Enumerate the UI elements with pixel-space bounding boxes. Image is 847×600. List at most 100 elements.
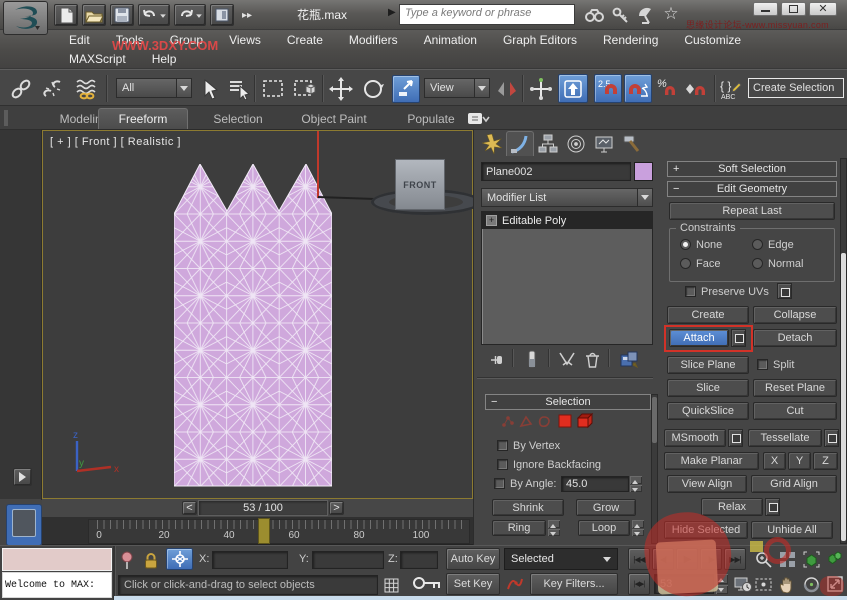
relax-settings-button[interactable] bbox=[765, 498, 780, 516]
unhide-all-button[interactable]: Unhide All bbox=[751, 521, 833, 539]
percent-snap-icon[interactable]: % bbox=[656, 76, 682, 102]
select-and-link-icon[interactable] bbox=[8, 76, 34, 102]
ribbon-tab-populate[interactable]: Populate bbox=[398, 108, 464, 129]
ribbon-tab-selection[interactable]: Selection bbox=[200, 108, 276, 129]
reference-coordinate-dropdown[interactable]: View bbox=[424, 78, 490, 98]
by-angle-spinner[interactable] bbox=[630, 476, 642, 492]
key-mode-toggle-button[interactable]: |◀▶| bbox=[628, 573, 650, 595]
tab-hierarchy[interactable] bbox=[534, 131, 562, 156]
split-checkbox[interactable] bbox=[757, 359, 768, 370]
ribbon-minimize-dropdown[interactable] bbox=[466, 110, 492, 126]
bind-to-space-warp-icon[interactable] bbox=[74, 76, 100, 102]
undo-dropdown-caret[interactable] bbox=[160, 14, 166, 20]
view-align-button[interactable]: View Align bbox=[667, 475, 747, 493]
unlink-selection-icon[interactable] bbox=[40, 76, 66, 102]
pin-stack-icon[interactable] bbox=[486, 349, 506, 369]
grid-toggle-icon[interactable] bbox=[382, 576, 401, 595]
qat-overflow-button[interactable]: ▸▸ bbox=[238, 6, 256, 24]
mirror-icon[interactable] bbox=[494, 76, 520, 102]
configure-modifier-sets-icon[interactable] bbox=[618, 349, 640, 369]
previous-frame-slider-button[interactable]: < bbox=[182, 501, 197, 515]
viewcube[interactable]: FRONT bbox=[395, 159, 445, 210]
ring-spinner[interactable] bbox=[548, 520, 560, 536]
set-keys-curve-icon[interactable] bbox=[504, 573, 526, 595]
maxscript-listener-output[interactable]: Welcome to MAX: bbox=[2, 572, 112, 598]
tab-display[interactable] bbox=[590, 131, 618, 156]
zoom-extents-icon[interactable] bbox=[800, 548, 822, 570]
menu-edit[interactable]: Edit bbox=[56, 33, 103, 47]
maxscript-mini-listener[interactable] bbox=[2, 548, 112, 571]
undo-button[interactable] bbox=[138, 4, 170, 26]
timeline-ruler[interactable]: 0 20 40 60 80 100 bbox=[88, 519, 470, 544]
ignore-backfacing-checkbox[interactable] bbox=[497, 459, 508, 470]
menu-maxscript[interactable]: MAXScript bbox=[56, 52, 139, 66]
reset-plane-button[interactable]: Reset Plane bbox=[753, 379, 837, 397]
object-name-field[interactable]: Plane002 bbox=[481, 162, 631, 181]
select-object-icon[interactable] bbox=[196, 76, 222, 102]
snaps-toggle-icon[interactable] bbox=[528, 76, 554, 102]
grow-button[interactable]: Grow bbox=[576, 499, 636, 516]
absolute-offset-mode-toggle[interactable] bbox=[166, 548, 193, 570]
key-selection-dropdown[interactable]: Selected bbox=[504, 548, 618, 570]
communication-key-icon[interactable] bbox=[609, 4, 631, 26]
new-scene-button[interactable] bbox=[54, 4, 78, 26]
object-color-swatch[interactable] bbox=[634, 162, 653, 181]
relax-button[interactable]: Relax bbox=[701, 498, 763, 516]
soft-selection-rollout-header[interactable]: + Soft Selection bbox=[667, 161, 837, 177]
menu-views[interactable]: Views bbox=[216, 33, 274, 47]
shrink-button[interactable]: Shrink bbox=[492, 499, 564, 516]
vase-plane-mesh[interactable] bbox=[174, 164, 332, 487]
search-binoculars-icon[interactable] bbox=[582, 4, 606, 26]
selection-rollout-header[interactable]: − Selection bbox=[485, 394, 651, 410]
ribbon-tab-freeform[interactable]: Freeform bbox=[98, 108, 188, 129]
make-planar-x-button[interactable]: X bbox=[763, 452, 786, 470]
dropdown-arrow-icon[interactable] bbox=[474, 79, 489, 97]
loop-button[interactable]: Loop bbox=[578, 520, 630, 536]
slice-button[interactable]: Slice bbox=[667, 379, 749, 397]
select-by-name-icon[interactable] bbox=[226, 76, 252, 102]
window-crossing-toggle-icon[interactable] bbox=[292, 76, 318, 102]
constraint-edge-radio[interactable] bbox=[752, 239, 763, 250]
ring-button[interactable]: Ring bbox=[492, 520, 546, 536]
favorites-star-icon[interactable]: ☆ bbox=[660, 2, 682, 26]
subobject-edge-icon[interactable] bbox=[518, 414, 534, 429]
menu-modifiers[interactable]: Modifiers bbox=[336, 33, 411, 47]
constraint-none-radio[interactable] bbox=[680, 239, 691, 250]
detach-button[interactable]: Detach bbox=[753, 329, 837, 347]
next-frame-slider-button[interactable]: > bbox=[329, 501, 344, 515]
menu-create[interactable]: Create bbox=[274, 33, 336, 47]
z-coordinate-field[interactable] bbox=[400, 551, 438, 569]
subobject-element-icon[interactable] bbox=[576, 412, 594, 429]
tessellate-button[interactable]: Tessellate bbox=[748, 429, 822, 447]
remove-modifier-icon[interactable] bbox=[582, 349, 602, 369]
edit-named-selection-sets-icon[interactable]: { }ABC bbox=[718, 76, 744, 102]
make-planar-z-button[interactable]: Z bbox=[813, 452, 838, 470]
select-and-move-icon[interactable] bbox=[328, 76, 354, 102]
make-unique-icon[interactable] bbox=[556, 349, 578, 369]
help-search-input[interactable]: Type a keyword or phrase bbox=[399, 4, 575, 25]
orbit-icon[interactable] bbox=[800, 573, 822, 595]
keyboard-shortcut-override-icon[interactable] bbox=[558, 74, 588, 103]
cut-button[interactable]: Cut bbox=[753, 402, 837, 420]
ribbon-grip[interactable] bbox=[4, 110, 8, 126]
msmooth-settings-button[interactable] bbox=[728, 429, 743, 447]
dropdown-arrow-icon[interactable] bbox=[176, 79, 191, 97]
subobject-border-icon[interactable] bbox=[536, 414, 552, 429]
y-coordinate-field[interactable] bbox=[312, 551, 384, 569]
communication-center-icon[interactable] bbox=[634, 4, 658, 26]
viewport-label[interactable]: [ + ] [ Front ] [ Realistic ] bbox=[50, 136, 181, 148]
collapse-button[interactable]: Collapse bbox=[753, 306, 837, 324]
ribbon-tab-object-paint[interactable]: Object Paint bbox=[292, 108, 376, 129]
subobject-polygon-icon[interactable] bbox=[556, 413, 573, 429]
set-key-button[interactable]: Set Key bbox=[446, 573, 500, 595]
isolate-selection-icon[interactable] bbox=[119, 550, 135, 570]
track-bar[interactable]: 0 20 40 60 80 100 bbox=[42, 518, 473, 545]
tessellate-settings-button[interactable] bbox=[824, 429, 839, 447]
modifier-list-dropdown[interactable]: Modifier List bbox=[481, 188, 653, 207]
grid-align-button[interactable]: Grid Align bbox=[751, 475, 837, 493]
scrollbar-thumb[interactable] bbox=[841, 253, 846, 541]
scrollbar-thumb[interactable] bbox=[652, 397, 657, 443]
application-menu-button[interactable] bbox=[3, 1, 48, 35]
menu-help[interactable]: Help bbox=[139, 52, 190, 66]
edit-geometry-rollout-header[interactable]: − Edit Geometry bbox=[667, 181, 837, 197]
